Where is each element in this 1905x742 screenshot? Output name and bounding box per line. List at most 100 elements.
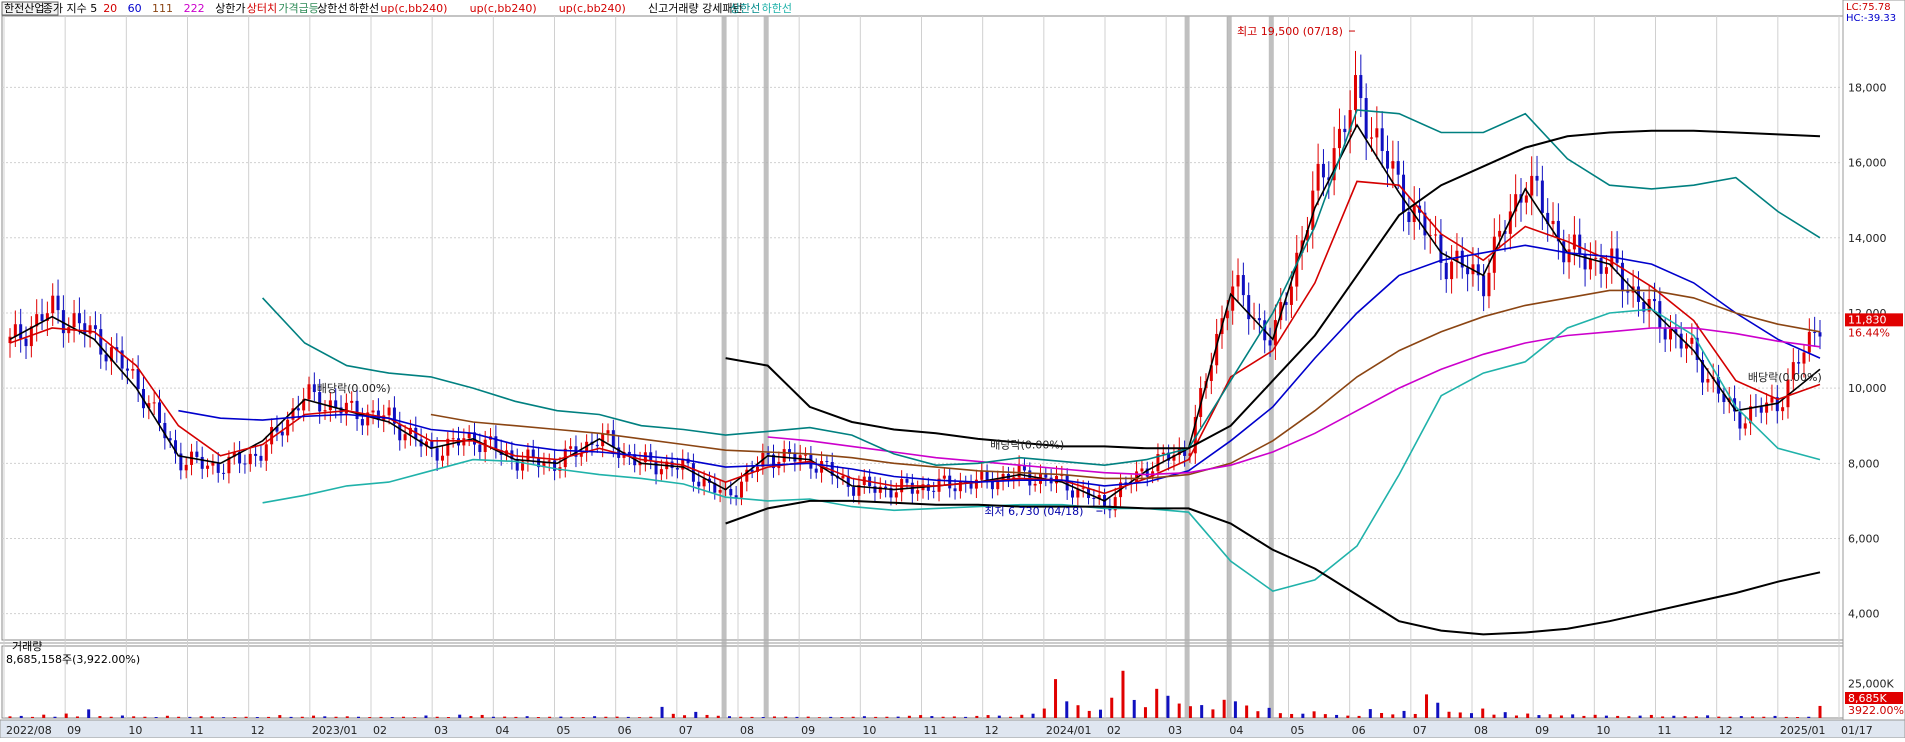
volume-bar <box>1773 715 1777 718</box>
candle-body <box>1402 174 1406 213</box>
candle-body <box>734 495 738 498</box>
candle-body <box>125 368 129 371</box>
candle-body <box>969 482 973 489</box>
volume-bar <box>1717 716 1721 718</box>
volume-bar <box>30 716 34 718</box>
volume-bar <box>469 716 473 718</box>
x-tick-label: 10 <box>128 724 142 737</box>
volume-bar <box>930 716 934 718</box>
candle-body <box>697 481 701 487</box>
volume-bar <box>626 716 630 718</box>
candle-body <box>675 468 679 470</box>
volume-bar <box>323 716 327 718</box>
volume-bar <box>1121 670 1125 718</box>
candle-body <box>953 488 957 492</box>
volume-bar <box>401 716 405 718</box>
x-tick-label: 06 <box>618 724 632 737</box>
volume-bar <box>1290 713 1294 718</box>
header-legend-item: up(c,bb240) <box>380 2 447 15</box>
candle-body <box>387 407 391 416</box>
candle-body <box>157 402 161 423</box>
volume-bar <box>1503 712 1507 718</box>
x-tick-label: 11 <box>1658 724 1672 737</box>
volume-bar <box>1301 713 1305 718</box>
volume-bar <box>345 716 349 718</box>
volume-bar <box>143 716 147 718</box>
volume-bar <box>334 716 338 718</box>
volume-bar <box>1526 713 1530 718</box>
candle-body <box>1337 128 1341 149</box>
candle-body <box>403 434 407 441</box>
volume-bar <box>1469 713 1473 718</box>
volume-bar <box>188 716 192 718</box>
chart-annotation: 배당락(0.00%) <box>990 439 1064 452</box>
candle-body <box>1594 257 1598 259</box>
volume-bar <box>1245 705 1249 718</box>
volume-bar <box>1514 715 1518 718</box>
candle-body <box>1765 402 1769 413</box>
volume-bar <box>1638 715 1642 718</box>
x-tick-label: 05 <box>1291 724 1305 737</box>
candle-body <box>980 470 984 480</box>
volume-bar <box>705 714 709 718</box>
x-tick-label: 03 <box>434 724 448 737</box>
candle-body <box>1706 378 1710 383</box>
volume-bar <box>896 716 900 718</box>
candle-body <box>1738 411 1742 429</box>
candle-body <box>222 472 226 474</box>
candle-body <box>1140 468 1144 472</box>
volume-bar <box>1728 716 1732 718</box>
candle-body <box>1380 128 1384 152</box>
x-tick-label: 07 <box>679 724 693 737</box>
candle-body <box>1343 128 1347 133</box>
volume-bar <box>1447 711 1451 718</box>
candle-body <box>1759 406 1763 413</box>
x-tick-label: 01/17 <box>1841 724 1873 737</box>
candle-body <box>606 430 610 434</box>
candle-body <box>51 295 55 314</box>
volume-bar <box>1582 715 1586 718</box>
volume-bar <box>638 717 642 718</box>
candle-body <box>13 324 17 337</box>
candle-body <box>932 490 936 492</box>
candle-body <box>1690 337 1694 344</box>
volume-bar <box>1166 695 1170 718</box>
volume-bar <box>1346 715 1350 718</box>
volume-bar <box>1458 712 1462 718</box>
volume-bar <box>941 716 945 718</box>
volume-bar <box>1649 714 1653 718</box>
volume-bar <box>784 716 788 718</box>
candle-body <box>254 453 258 456</box>
volume-bar <box>503 716 507 718</box>
volume-bar <box>986 715 990 718</box>
volume-bar <box>1267 707 1271 718</box>
candle-body <box>435 448 439 461</box>
chart-annotation: 최저 6,730 (04/18) <box>984 505 1083 518</box>
background <box>0 0 1905 738</box>
candle-body <box>1375 128 1379 138</box>
candle-body <box>1359 75 1363 99</box>
volume-bar <box>728 716 732 718</box>
candle-body <box>88 325 92 334</box>
volume-bar <box>1200 705 1204 718</box>
volume-bar <box>525 716 529 718</box>
current-price-label: 11,830 <box>1848 313 1887 326</box>
candle-body <box>206 465 210 469</box>
y-tick-label: 10,000 <box>1848 382 1887 395</box>
highlight-column <box>721 16 727 718</box>
candle-body <box>1530 175 1534 196</box>
header-legend-item: 하한선 <box>762 1 792 15</box>
x-tick-label: 05 <box>557 724 571 737</box>
volume-bar <box>761 717 765 718</box>
candle-body <box>72 313 76 328</box>
candle-body <box>1071 490 1075 498</box>
lc-label: LC:75.78 <box>1846 2 1891 13</box>
volume-change-label: 3922.00% <box>1848 704 1904 717</box>
volume-bar <box>98 716 102 718</box>
candle-body <box>184 464 188 471</box>
volume-bar <box>1436 702 1440 718</box>
volume-bar <box>1661 716 1665 718</box>
hc-label: HC:-39.33 <box>1846 13 1896 24</box>
candle-body <box>766 452 770 455</box>
candle-body <box>350 400 354 403</box>
